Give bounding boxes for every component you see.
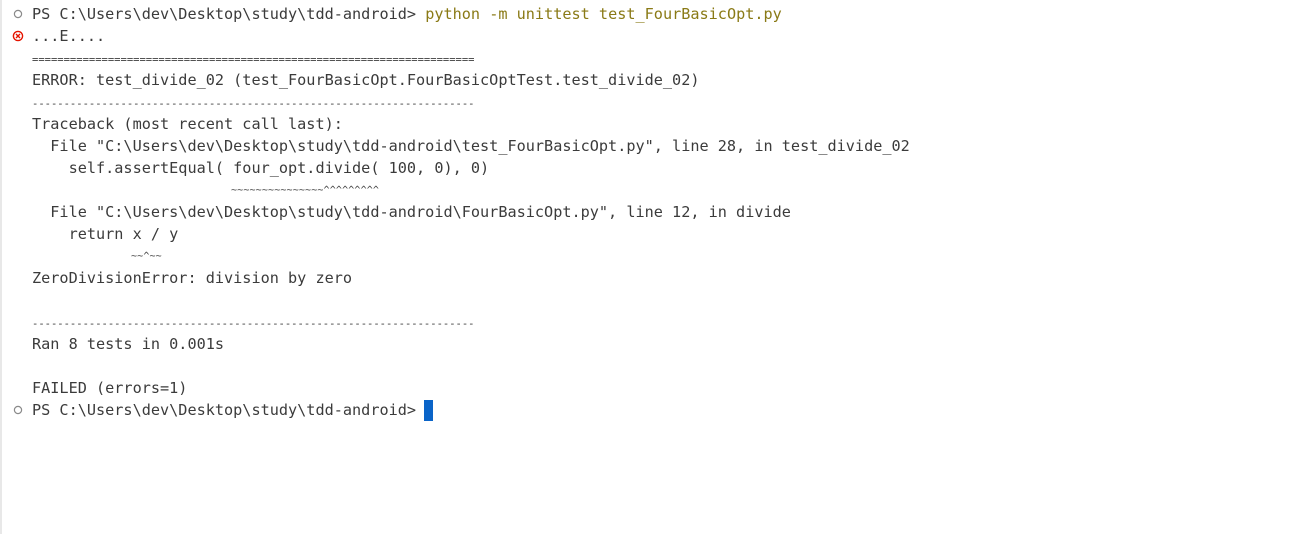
separator-equals: ========================================… — [32, 54, 475, 66]
circle-outline-icon[interactable] — [12, 3, 24, 25]
separator-dashes: ----------------------------------------… — [32, 318, 475, 330]
traceback-frame-2-code: return x / y — [32, 225, 179, 243]
result-line: FAILED (errors=1) — [32, 379, 188, 397]
command-line-2[interactable]: PS C:\Users\dev\Desktop\study\tdd-androi… — [32, 399, 434, 421]
prompt-text: PS C:\Users\dev\Desktop\study\tdd-androi… — [32, 401, 417, 419]
traceback-frame-1: File "C:\Users\dev\Desktop\study\tdd-and… — [32, 137, 910, 155]
circle-outline-icon[interactable] — [12, 399, 24, 421]
command-text: python -m unittest test_FourBasicOpt.py — [425, 5, 782, 23]
separator-dashes: ----------------------------------------… — [32, 98, 475, 110]
command-line-1: PS C:\Users\dev\Desktop\study\tdd-androi… — [32, 3, 782, 25]
prompt-text: PS C:\Users\dev\Desktop\study\tdd-androi… — [32, 5, 417, 23]
traceback-frame-1-marker: ~~~~~~~~~~~~~~~^^^^^^^^^ — [231, 185, 380, 196]
traceback-frame-2-marker: ~~^~~ — [131, 251, 162, 262]
traceback-header: Traceback (most recent call last): — [32, 115, 343, 133]
terminal-panel[interactable]: PS C:\Users\dev\Desktop\study\tdd-androi… — [0, 0, 1297, 534]
traceback-frame-2: File "C:\Users\dev\Desktop\study\tdd-and… — [32, 203, 791, 221]
error-header: ERROR: test_divide_02 (test_FourBasicOpt… — [32, 71, 700, 89]
error-circle-icon[interactable] — [12, 25, 24, 47]
test-progress: ...E.... — [32, 27, 106, 45]
exception-line: ZeroDivisionError: division by zero — [32, 269, 353, 287]
traceback-frame-1-code: self.assertEqual( four_opt.divide( 100, … — [32, 159, 490, 177]
ran-summary: Ran 8 tests in 0.001s — [32, 335, 225, 353]
text-cursor — [424, 400, 434, 421]
